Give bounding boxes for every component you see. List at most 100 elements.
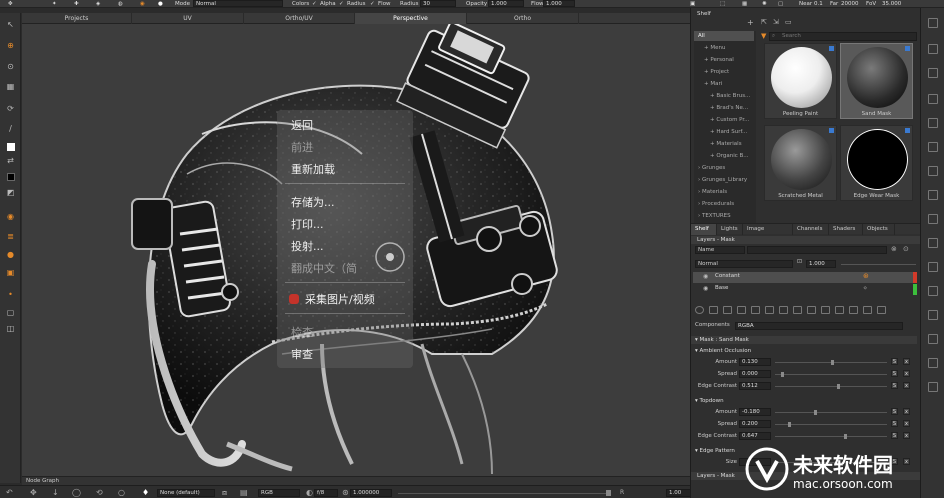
white-swatch-icon[interactable] <box>5 141 16 152</box>
arrow-down-icon[interactable]: ↓ <box>52 488 59 497</box>
tab-uv[interactable]: UV <box>132 13 244 24</box>
tab-projects[interactable]: Projects <box>22 13 132 24</box>
tab-perspective[interactable]: Perspective <box>355 13 467 24</box>
settings-panel-icon[interactable] <box>928 190 938 200</box>
mode-dropdown[interactable]: Normal <box>193 0 283 7</box>
camera-panel-icon[interactable] <box>928 334 938 344</box>
layer-more-icon[interactable] <box>877 306 886 314</box>
property-section-header[interactable]: ▾ Topdown <box>695 398 724 404</box>
property-slider[interactable] <box>775 422 887 427</box>
shader-dropdown[interactable]: None (default) <box>157 489 215 497</box>
shelf-tree-item[interactable]: › TEXTURES <box>694 211 731 221</box>
fstop-field[interactable]: f/8 <box>314 489 338 497</box>
mask-header[interactable]: ▾ Mask : Sand Mask <box>691 336 917 344</box>
layer-opacity-slider[interactable] <box>841 264 916 265</box>
shelf-tree-item[interactable]: + Custom Pr... <box>694 115 749 125</box>
reset-toggle-icon[interactable]: x <box>903 358 910 365</box>
import-icon[interactable]: ⇱ <box>761 18 767 26</box>
default-colors-icon[interactable]: ◩ <box>5 187 16 198</box>
components-dropdown[interactable]: RGBA <box>735 322 903 330</box>
move-icon[interactable]: ✥ <box>30 488 37 497</box>
tab-ortho-uv[interactable]: Ortho/UV <box>244 13 355 24</box>
frame-tool-icon[interactable]: ▢ <box>5 307 16 318</box>
layer-row[interactable]: ◉ Base ⋄ <box>693 284 917 295</box>
layer-filter-icon[interactable] <box>849 306 858 314</box>
layer-search-clear-icon[interactable]: ⊗ <box>891 245 897 253</box>
layers-icon[interactable]: ≣ <box>5 231 16 242</box>
smear-tool-icon[interactable]: ◍ <box>118 0 123 8</box>
camera-icon[interactable]: ▣ <box>690 0 695 8</box>
menu-item-reload[interactable]: 重新加载 <box>291 161 335 177</box>
add-shelf-icon[interactable]: + <box>747 18 754 27</box>
share-toggle-icon[interactable]: S <box>891 408 898 415</box>
fill-tool-icon[interactable]: ◈ <box>96 0 100 8</box>
property-value-field[interactable]: 0.512 <box>739 382 771 390</box>
paint-buffer-icon[interactable]: ◉ <box>5 211 16 222</box>
layer-duplicate-icon[interactable] <box>723 306 732 314</box>
far-field[interactable]: 20000 <box>841 0 859 8</box>
undo-icon[interactable]: ↶ <box>6 488 13 497</box>
exposure-slider-knob[interactable] <box>606 490 611 496</box>
slider-knob[interactable] <box>781 372 784 377</box>
display-icon[interactable]: ▤ <box>240 488 248 497</box>
layer-adjust-icon[interactable] <box>765 306 774 314</box>
aperture-icon[interactable]: ⊛ <box>342 488 349 497</box>
layer-merge-icon[interactable] <box>807 306 816 314</box>
shelf-tree-item[interactable]: + Mari <box>694 79 722 89</box>
slider-knob[interactable] <box>814 410 817 415</box>
property-section-header[interactable]: ▾ Ambient Occlusion <box>695 348 751 354</box>
bake-icon[interactable]: ▣ <box>5 267 16 278</box>
exposure-icon[interactable]: ◐ <box>306 488 313 497</box>
shelf-tree-item[interactable]: › Procedurals <box>694 199 734 209</box>
flow-field[interactable]: 1.000 <box>543 0 575 7</box>
alpha-checkbox[interactable]: ✓ <box>339 0 344 8</box>
slider-knob[interactable] <box>788 422 791 427</box>
paint-brush-icon[interactable]: ⊕ <box>5 40 16 51</box>
layer-filter-dropdown[interactable]: Name <box>695 246 745 254</box>
property-slider[interactable] <box>775 360 887 365</box>
exposure-field[interactable]: 1.000000 <box>350 489 392 497</box>
share-toggle-icon[interactable]: S <box>891 358 898 365</box>
shelf-thumbnail[interactable]: Scratched Metal <box>764 125 837 201</box>
swap-colors-icon[interactable]: ⇄ <box>5 155 16 166</box>
reset-toggle-icon[interactable]: x <box>903 382 910 389</box>
info-panel-icon[interactable] <box>928 382 938 392</box>
shelf-thumbnail[interactable]: Edge Wear Mask <box>840 125 913 201</box>
shelf-tree-item[interactable]: + Materials <box>694 139 742 149</box>
shelf-tree-item[interactable]: + Basic Brus... <box>694 91 750 101</box>
radius-field[interactable]: 30 <box>420 0 456 7</box>
node-graph-bar[interactable]: Node Graph <box>22 476 690 485</box>
grid-tool-icon[interactable]: ▦ <box>5 81 16 92</box>
layer-add-icon[interactable] <box>709 306 718 314</box>
shelf-tree-item[interactable]: › Materials <box>694 187 727 197</box>
brush-icon[interactable]: ∕ <box>5 123 16 134</box>
layer-settings-icon[interactable] <box>695 306 704 314</box>
share-toggle-icon[interactable]: S <box>891 420 898 427</box>
blend-mode-dropdown[interactable]: Normal <box>695 260 793 268</box>
menu-item-review[interactable]: 审查 <box>291 346 313 362</box>
reset-toggle-icon[interactable]: x <box>903 420 910 427</box>
colors-checkbox[interactable]: ✓ <box>312 0 317 8</box>
reset-toggle-icon[interactable]: x <box>903 432 910 439</box>
opacity-lock-icon[interactable]: ⊡ <box>797 258 802 265</box>
shelf-tree-item[interactable]: All <box>694 31 754 41</box>
shader-panel-icon[interactable] <box>928 262 938 272</box>
menu-item-cast[interactable]: 投射... <box>291 238 324 254</box>
panel-tab-lights[interactable]: Lights <box>717 224 743 235</box>
near-field[interactable]: 0.1 <box>814 0 823 8</box>
shelf-tree-item[interactable]: + Hard Surf... <box>694 127 747 137</box>
share-toggle-icon[interactable]: S <box>891 432 898 439</box>
select-icon[interactable]: ↖ <box>5 19 16 30</box>
shelf-thumbnail[interactable]: Sand Mask <box>840 43 913 119</box>
menu-item-save-as[interactable]: 存储为... <box>291 194 335 210</box>
layer-opacity-field[interactable]: 1.000 <box>806 260 836 268</box>
node-panel-icon[interactable] <box>928 166 938 176</box>
grid-icon[interactable]: ▦ <box>742 0 747 8</box>
layer-delete-icon[interactable] <box>863 306 872 314</box>
layer-mask-icon[interactable] <box>751 306 760 314</box>
layer-share-icon[interactable] <box>835 306 844 314</box>
shelf-search-input[interactable]: ⌕ Search <box>769 32 917 41</box>
folder-icon[interactable]: ▭ <box>785 18 792 26</box>
shelf-tree-item[interactable]: › Grunges_Library <box>694 175 747 185</box>
tools-panel-icon[interactable] <box>928 18 938 28</box>
